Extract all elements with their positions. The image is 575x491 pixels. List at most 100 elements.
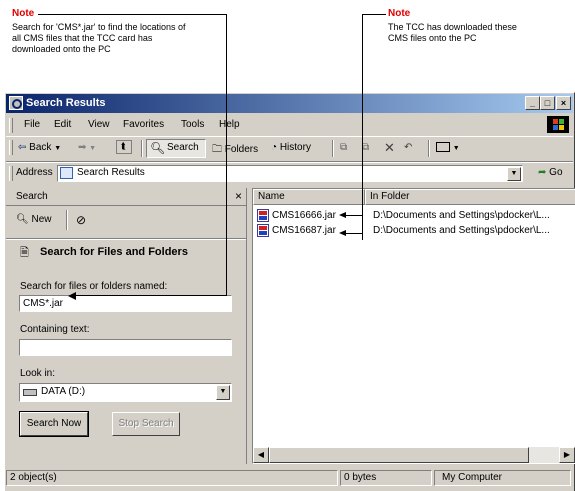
maximize-button[interactable]: □ — [540, 96, 555, 110]
close-pane-button[interactable]: × — [235, 189, 242, 203]
menu-tools[interactable]: Tools — [181, 119, 204, 130]
note-right-leader-row2 — [346, 233, 363, 234]
address-value: Search Results — [77, 167, 145, 178]
status-zone: My Computer — [434, 470, 571, 486]
menu-grip — [9, 118, 13, 133]
toolbar-grip — [9, 140, 13, 155]
minimize-button[interactable]: _ — [525, 96, 540, 110]
search-results-icon — [60, 167, 73, 179]
up-folder-icon[interactable]: ⮬ — [116, 140, 132, 154]
address-label: Address — [16, 167, 53, 178]
menu-view[interactable]: View — [88, 119, 110, 130]
standard-toolbar: ⇦ Back ▼ ➡ ▼ ⮬ 🔍︎ Search 🗀 Folders ◔ His… — [6, 136, 573, 162]
scroll-right-button[interactable]: ▶ — [559, 447, 575, 463]
toolbar-separator — [428, 140, 430, 157]
search-now-button[interactable]: Search Now — [19, 411, 89, 437]
delete-icon[interactable]: ✕ — [384, 140, 395, 156]
go-label: Go — [549, 167, 563, 178]
undo-icon[interactable]: ↶ — [404, 142, 412, 153]
status-bar: 2 object(s) 0 bytes My Computer — [6, 468, 573, 488]
new-search-icon: 🔍︎ — [16, 214, 29, 225]
search-options-icon[interactable]: ⊘ — [76, 213, 86, 227]
result-row[interactable]: CMS16687.jar D:\Documents and Settings\p… — [255, 223, 575, 239]
note-right-title: Note — [388, 8, 411, 19]
windows-logo-icon — [547, 116, 569, 133]
look-in-value: DATA (D:) — [41, 386, 86, 397]
menu-help[interactable]: Help — [219, 119, 240, 130]
column-header-in-folder[interactable]: In Folder — [365, 189, 575, 205]
search-button[interactable]: 🔍︎ Search — [146, 139, 206, 158]
history-label: History — [279, 142, 311, 153]
search-pane: Search × 🔍︎ New ⊘ 🗎 Search for Files and… — [6, 188, 247, 464]
file-name-value: CMS*.jar — [23, 298, 64, 309]
note-left-arrowhead — [68, 292, 76, 300]
jar-file-icon — [257, 209, 269, 222]
address-bar: Address Search Results ▼ ➦ Go — [6, 162, 573, 185]
look-in-dropdown-button[interactable]: ▼ — [216, 385, 230, 400]
search-pane-header: Search × — [6, 188, 246, 206]
folders-label: Folders — [224, 144, 259, 155]
new-search-label: New — [31, 214, 52, 225]
move-to-icon[interactable]: ⧉ — [340, 142, 347, 153]
stop-search-button[interactable]: Stop Search — [112, 412, 180, 436]
horizontal-scrollbar[interactable]: ◀ ▶ — [253, 447, 575, 463]
address-input[interactable]: Search Results ▼ — [57, 165, 523, 182]
views-button[interactable]: ▼ — [436, 142, 460, 153]
title-bar[interactable]: Search Results _ □ × — [6, 94, 573, 113]
result-folder: D:\Documents and Settings\pdocker\L... — [373, 210, 550, 221]
note-right-text: The TCC has downloaded these CMS files o… — [388, 22, 517, 43]
back-button[interactable]: ⇦ Back ▼ — [18, 142, 61, 153]
result-name: CMS16666.jar — [272, 210, 336, 221]
menu-bar: File Edit View Favorites Tools Help — [6, 115, 573, 135]
go-button[interactable]: ➦ Go — [538, 167, 563, 178]
column-header-name[interactable]: Name — [253, 189, 365, 205]
note-left-text: Search for 'CMS*.jar' to find the locati… — [12, 22, 186, 54]
pane-separator — [66, 210, 68, 230]
drive-icon — [23, 389, 37, 396]
status-zone-label: My Computer — [442, 472, 503, 483]
menu-file[interactable]: File — [24, 119, 40, 130]
folders-icon: 🗀 — [212, 144, 222, 155]
copy-to-icon[interactable]: ⧉ — [362, 142, 369, 153]
name-field-label: Search for files or folders named: — [20, 281, 168, 292]
note-left-leader-arrow — [76, 295, 227, 296]
views-icon — [436, 142, 450, 153]
address-dropdown-button[interactable]: ▼ — [507, 167, 521, 181]
note-right-leader-vertical — [362, 14, 363, 240]
magnifier-icon: 🔍︎ — [150, 141, 166, 155]
close-button[interactable]: × — [556, 96, 571, 110]
search-window-icon — [9, 96, 23, 110]
file-name-input[interactable]: CMS*.jar — [19, 295, 232, 312]
search-files-icon: 🗎 — [20, 247, 29, 259]
toolbar-separator — [332, 140, 334, 157]
search-results-window: Search Results _ □ × File Edit View Favo… — [4, 92, 575, 491]
look-in-select[interactable]: DATA (D:) ▼ — [19, 383, 232, 402]
address-grip — [9, 166, 13, 181]
containing-text-input[interactable] — [19, 339, 232, 356]
chevron-down-icon: ▼ — [89, 145, 97, 152]
note-right-leader-row1 — [346, 215, 363, 216]
search-label: Search — [167, 142, 199, 153]
back-arrow-icon: ⇦ — [18, 142, 27, 153]
status-size: 0 bytes — [340, 470, 432, 486]
new-search-button[interactable]: 🔍︎ New — [16, 214, 52, 225]
chevron-down-icon: ▼ — [452, 145, 460, 152]
history-icon: ◔ — [271, 142, 278, 153]
chevron-down-icon: ▼ — [54, 145, 62, 152]
menu-favorites[interactable]: Favorites — [123, 119, 164, 130]
result-folder: D:\Documents and Settings\pdocker\L... — [373, 225, 550, 236]
menu-edit[interactable]: Edit — [54, 119, 71, 130]
result-name: CMS16687.jar — [272, 225, 336, 236]
folders-button[interactable]: 🗀 Folders — [212, 142, 258, 159]
pane-divider — [6, 238, 246, 240]
window-title: Search Results — [26, 97, 106, 109]
search-pane-title: Search — [16, 191, 48, 202]
forward-button[interactable]: ➡ ▼ — [78, 142, 96, 153]
note-left-title: Note — [12, 8, 35, 19]
scroll-left-button[interactable]: ◀ — [253, 447, 269, 463]
go-arrow-icon: ➦ — [538, 167, 547, 178]
scroll-thumb[interactable] — [269, 447, 529, 463]
search-files-heading: Search for Files and Folders — [40, 246, 188, 258]
history-button[interactable]: ◔ History — [271, 142, 311, 153]
result-row[interactable]: CMS16666.jar D:\Documents and Settings\p… — [255, 208, 575, 224]
